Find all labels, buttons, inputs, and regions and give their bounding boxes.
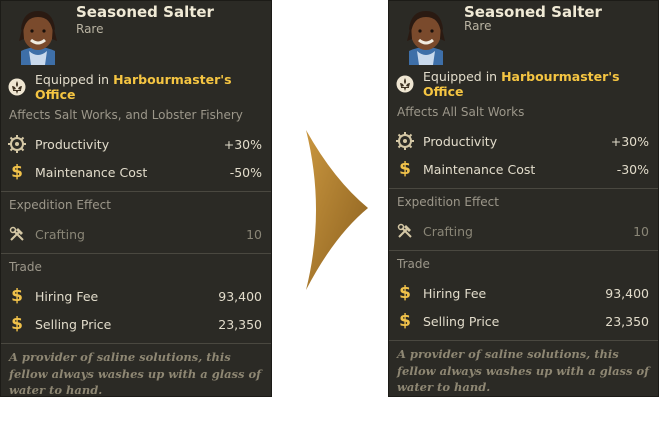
portrait-avatar [7,3,69,65]
equipped-row: Equipped in Harbourmaster's Office [1,72,271,102]
item-tooltip-before: Seasoned Salter Rare Equipped in Harbour… [0,0,272,397]
divider [1,191,271,192]
expedition-label: Crafting [35,226,85,242]
coin-dollar-icon: $ [399,283,411,303]
portrait-avatar [395,3,457,65]
coin-dollar-icon: $ [11,314,23,334]
divider [389,340,658,341]
trade-value: 93,400 [218,288,262,304]
coin-dollar-icon: $ [11,162,23,182]
stat-row-productivity: Productivity +30% [1,131,271,157]
item-tooltip-after: Seasoned Salter Rare Equipped in Harbour… [388,0,659,397]
fleur-de-lis-icon [8,78,26,96]
stat-label: Maintenance Cost [35,164,148,180]
trade-label: Hiring Fee [35,288,99,304]
divider [389,188,658,189]
item-name: Seasoned Salter [76,3,214,21]
arrow-right-icon [306,130,368,290]
coin-dollar-icon: $ [399,311,411,331]
stat-value: -30% [616,161,649,177]
trade-row-selling-price: $ Selling Price 23,350 [389,308,658,334]
stat-row-maintenance: $ Maintenance Cost -30% [389,156,658,182]
item-rarity: Rare [76,22,104,36]
stat-row-maintenance: $ Maintenance Cost -50% [1,159,271,185]
stat-row-productivity: Productivity +30% [389,128,658,154]
trade-label: Selling Price [35,316,112,332]
trade-label: Hiring Fee [423,285,487,301]
equipped-prefix: Equipped in [35,72,110,87]
gear-icon [8,135,26,153]
expedition-title: Expedition Effect [9,198,111,212]
trade-value: 93,400 [605,285,649,301]
stat-label: Productivity [35,136,110,152]
expedition-label: Crafting [423,223,473,239]
divider [1,253,271,254]
expedition-value: 10 [633,223,649,239]
stat-value: +30% [610,133,649,149]
divider [1,343,271,344]
stat-label: Maintenance Cost [423,161,536,177]
divider [389,250,658,251]
affects-text: Affects All Salt Works [397,105,525,119]
expedition-value: 10 [246,226,262,242]
stat-value: -50% [229,164,262,180]
trade-row-hiring-fee: $ Hiring Fee 93,400 [1,283,271,309]
expedition-row: Crafting 10 [1,221,271,247]
expedition-row: Crafting 10 [389,218,658,244]
affects-text: Affects Salt Works, and Lobster Fishery [9,108,243,122]
fleur-de-lis-icon [396,75,414,93]
stat-value: +30% [223,136,262,152]
gear-icon [396,132,414,150]
expedition-title: Expedition Effect [397,195,499,209]
trade-row-hiring-fee: $ Hiring Fee 93,400 [389,280,658,306]
item-rarity: Rare [464,19,492,33]
flavor-text: A provider of saline solutions, this fel… [9,350,262,397]
trade-title: Trade [9,260,42,274]
coin-dollar-icon: $ [11,286,23,306]
hammer-wrench-icon [396,222,414,240]
hammer-wrench-icon [8,225,26,243]
equipped-prefix: Equipped in [423,69,498,84]
trade-label: Selling Price [423,313,500,329]
trade-value: 23,350 [605,313,649,329]
coin-dollar-icon: $ [399,159,411,179]
trade-title: Trade [397,257,430,271]
trade-row-selling-price: $ Selling Price 23,350 [1,311,271,337]
stat-label: Productivity [423,133,498,149]
equipped-row: Equipped in Harbourmaster's Office [389,69,658,99]
flavor-text: A provider of saline solutions, this fel… [397,347,650,394]
trade-value: 23,350 [218,316,262,332]
